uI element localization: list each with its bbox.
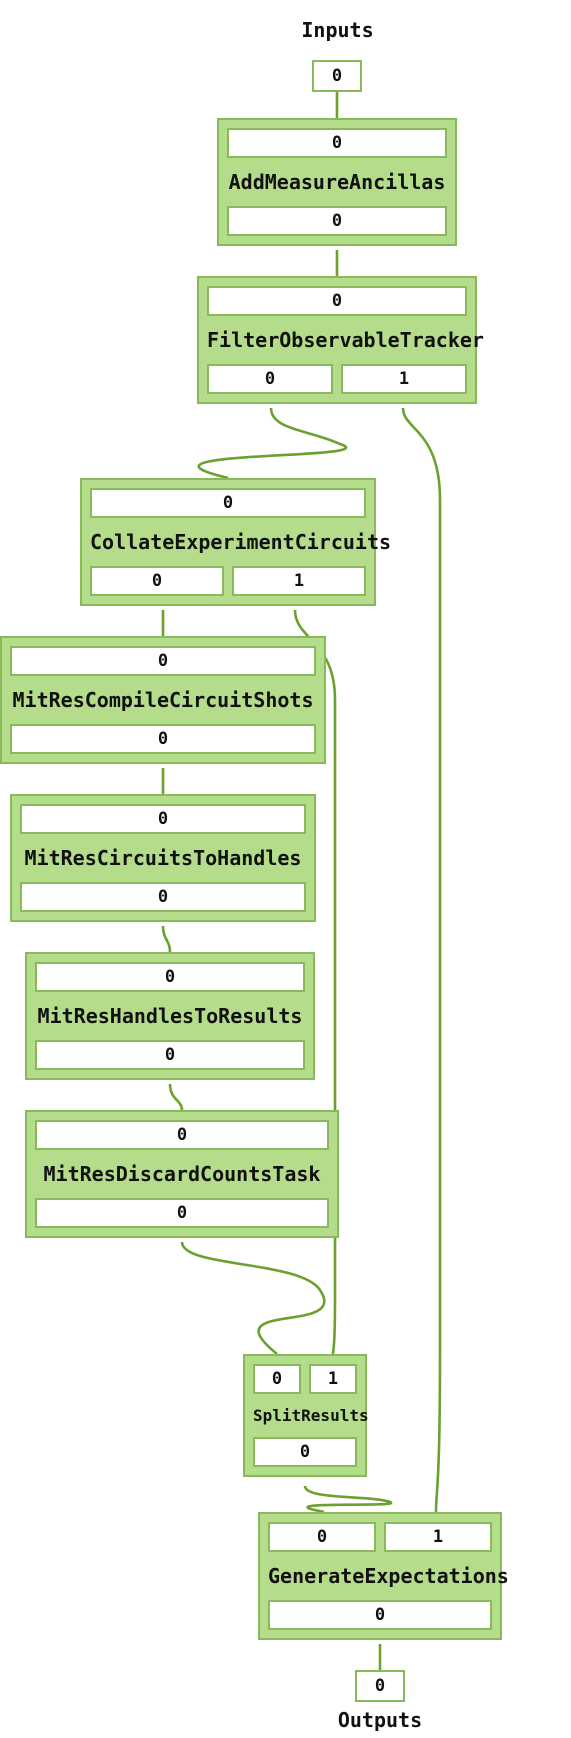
node-title: MitResCircuitsToHandles: [20, 846, 306, 870]
node-title: SplitResults: [253, 1406, 357, 1425]
node-title: MitResCompileCircuitShots: [10, 688, 316, 712]
node-inputs: 0 1: [253, 1364, 357, 1394]
output-port-0: 0: [20, 882, 306, 912]
node-title: AddMeasureAncillas: [227, 170, 447, 194]
input-port-0: 0: [268, 1522, 376, 1552]
node-outputs: 0 1: [207, 364, 467, 394]
node-title: MitResDiscardCountsTask: [35, 1162, 329, 1186]
node-inputs: 0: [207, 286, 467, 316]
node-add-measure-ancillas[interactable]: 0 AddMeasureAncillas 0: [217, 118, 457, 246]
inputs-port-0: 0: [312, 60, 362, 92]
input-port-0: 0: [35, 962, 305, 992]
input-port-0: 0: [227, 128, 447, 158]
inputs-label: Inputs: [260, 18, 415, 42]
output-port-0: 0: [253, 1437, 357, 1467]
output-port-0: 0: [90, 566, 224, 596]
node-title: GenerateExpectations: [268, 1564, 492, 1588]
input-port-1: 1: [309, 1364, 357, 1394]
node-filter-observable-tracker[interactable]: 0 FilterObservableTracker 0 1: [197, 276, 477, 404]
node-collate-experiment-circuits[interactable]: 0 CollateExperimentCircuits 0 1: [80, 478, 376, 606]
node-outputs: 0: [20, 882, 306, 912]
node-outputs: 0: [10, 724, 316, 754]
node-inputs: 0 1: [268, 1522, 492, 1552]
node-split-results[interactable]: 0 1 SplitResults 0: [243, 1354, 367, 1477]
outputs-label: Outputs: [300, 1708, 460, 1732]
node-inputs: 0: [227, 128, 447, 158]
node-inputs: 0: [10, 646, 316, 676]
output-port-0: 0: [227, 206, 447, 236]
node-title: MitResHandlesToResults: [35, 1004, 305, 1028]
node-title: FilterObservableTracker: [207, 328, 467, 352]
node-mitres-circuits-to-handles[interactable]: 0 MitResCircuitsToHandles 0: [10, 794, 316, 922]
output-port-1: 1: [341, 364, 467, 394]
node-mitres-discard-counts-task[interactable]: 0 MitResDiscardCountsTask 0: [25, 1110, 339, 1238]
output-port-0: 0: [35, 1198, 329, 1228]
node-inputs: 0: [35, 1120, 329, 1150]
input-port-1: 1: [384, 1522, 492, 1552]
outputs-port-0: 0: [355, 1670, 405, 1702]
task-graph: Inputs 0 0 AddMeasureAncillas 0 0 Filter…: [0, 0, 571, 1738]
node-mitres-handles-to-results[interactable]: 0 MitResHandlesToResults 0: [25, 952, 315, 1080]
input-port-0: 0: [207, 286, 467, 316]
input-port-0: 0: [90, 488, 366, 518]
node-outputs: 0: [35, 1040, 305, 1070]
node-mitres-compile-circuit-shots[interactable]: 0 MitResCompileCircuitShots 0: [0, 636, 326, 764]
node-inputs: 0: [20, 804, 306, 834]
output-port-0: 0: [35, 1040, 305, 1070]
node-outputs: 0: [253, 1437, 357, 1467]
output-port-0: 0: [207, 364, 333, 394]
input-port-0: 0: [253, 1364, 301, 1394]
node-outputs: 0: [35, 1198, 329, 1228]
node-title: CollateExperimentCircuits: [90, 530, 366, 554]
output-port-0: 0: [10, 724, 316, 754]
node-generate-expectations[interactable]: 0 1 GenerateExpectations 0: [258, 1512, 502, 1640]
input-port-0: 0: [20, 804, 306, 834]
node-outputs: 0: [268, 1600, 492, 1630]
output-port-1: 1: [232, 566, 366, 596]
node-inputs: 0: [90, 488, 366, 518]
node-inputs: 0: [35, 962, 305, 992]
node-outputs: 0: [227, 206, 447, 236]
input-port-0: 0: [10, 646, 316, 676]
output-port-0: 0: [268, 1600, 492, 1630]
node-outputs: 0 1: [90, 566, 366, 596]
input-port-0: 0: [35, 1120, 329, 1150]
